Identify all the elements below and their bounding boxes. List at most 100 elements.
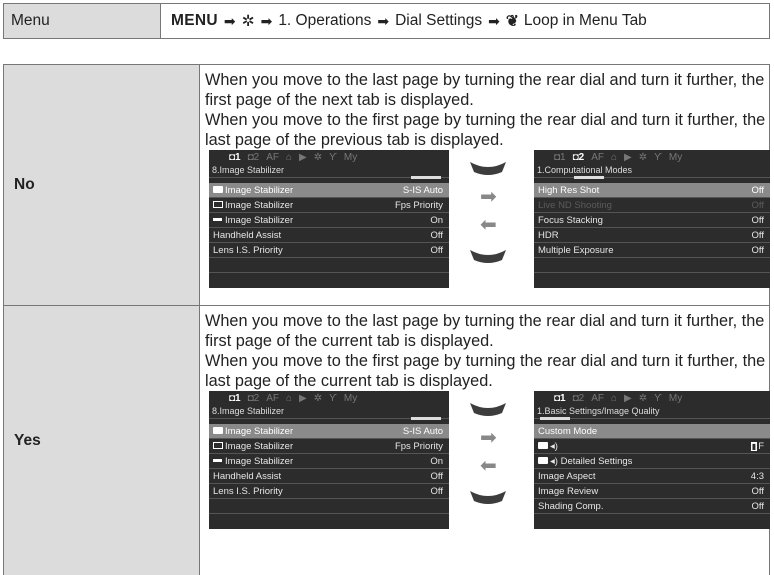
tab-af: AF — [591, 152, 604, 163]
arrow-right-icon: ➡ — [480, 427, 497, 449]
camera-menu-screen: ◘1 ◘2 AF ⌂ ▶ ✲ ϒ My 8.Image Stabilizer I… — [209, 150, 449, 288]
playback-tab-icon: ▶ — [299, 152, 307, 163]
arrow-icon: ➡ — [260, 12, 273, 29]
menu-path-table: Menu MENU ➡ ✲ ➡ 1. Operations ➡ Dial Set… — [3, 3, 770, 39]
description-paragraph: When you move to the last page by turnin… — [205, 312, 765, 350]
shooting-tab-1-icon: ◘1 — [554, 152, 566, 163]
menu-item: High Res Shot Off — [534, 183, 770, 198]
screenshots-no: ◘1 ◘2 AF ⌂ ▶ ✲ ϒ My 8.Image Stabilizer I… — [205, 150, 770, 290]
menu-item-empty — [534, 258, 770, 273]
camera-icon — [538, 456, 548, 464]
line-icon — [213, 458, 222, 462]
video-tab-icon: ⌂ — [286, 152, 293, 163]
menu-tabs: ◘1 ◘2 AF ⌂ ▶ ✲ ϒ My — [534, 391, 770, 404]
menu-item: Image Stabilizer S-IS Auto — [209, 424, 449, 439]
menu-item: Image Stabilizer On — [209, 213, 449, 228]
shooting-tab-2-icon: ◘2 — [572, 393, 585, 404]
tab-af: AF — [591, 393, 604, 404]
menu-path-step-loop: Loop in Menu Tab — [523, 12, 647, 29]
menu-item: Multiple Exposure Off — [534, 243, 770, 258]
tab-my: My — [668, 393, 683, 404]
shooting-tab-2-icon: ◘2 — [247, 152, 260, 163]
description-paragraph: When you move to the last page by turnin… — [205, 71, 765, 109]
menu-path-step-operations: 1. Operations — [278, 12, 372, 29]
rear-dial-icon — [470, 162, 506, 175]
camera-menu-screen: ◘1 ◘2 AF ⌂ ▶ ✲ ϒ My 8.Image Stabilizer I… — [209, 391, 449, 529]
menu-item: Live ND Shooting Off — [534, 198, 770, 213]
screen-title: 1.Basic Settings/Image Quality — [534, 404, 770, 420]
video-tab-icon: ⌂ — [611, 152, 618, 163]
arrow-icon: ➡ — [223, 12, 236, 29]
sound-icon: ◂) — [550, 456, 558, 467]
dial-icon: ❦ — [505, 12, 519, 30]
menu-item: Image Aspect 4:3 — [534, 469, 770, 484]
option-description-no: When you move to the last page by turnin… — [200, 65, 770, 305]
menu-tabs: ◘1 ◘2 AF ⌂ ▶ ✲ ϒ My — [534, 150, 770, 163]
shooting-tab-2-icon: ◘2 — [572, 152, 585, 163]
menu-item: Image Review Off — [534, 484, 770, 499]
camera-icon — [213, 426, 223, 434]
menu-item: Shading Comp. Off — [534, 499, 770, 514]
monitor-icon — [213, 441, 223, 449]
screen-title: 1.Computational Modes — [534, 163, 770, 179]
menu-item: Image Stabilizer On — [209, 454, 449, 469]
menu-label: Menu — [4, 4, 161, 38]
camera-icon — [538, 441, 548, 449]
screenshots-yes: ◘1 ◘2 AF ⌂ ▶ ✲ ϒ My 8.Image Stabilizer I… — [205, 391, 770, 531]
menu-item: Handheld Assist Off — [209, 469, 449, 484]
screen-title: 8.Image Stabilizer — [209, 404, 449, 420]
menu-item: Custom Mode — [534, 424, 770, 439]
menu-item: Lens I.S. Priority Off — [209, 243, 449, 258]
tab-af: AF — [266, 152, 279, 163]
gear-tab-icon: ✲ — [313, 393, 323, 404]
menu-tabs: ◘1 ◘2 AF ⌂ ▶ ✲ ϒ My — [209, 391, 449, 404]
navigation-indicator: ➡ ⬅ — [463, 150, 513, 290]
menu-tabs: ◘1 ◘2 AF ⌂ ▶ ✲ ϒ My — [209, 150, 449, 163]
option-row-yes: Yes When you move to the last page by tu… — [4, 306, 770, 575]
screen-title: 8.Image Stabilizer — [209, 163, 449, 179]
description-paragraph: When you move to the first page by turni… — [205, 111, 766, 149]
camera-icon — [213, 185, 223, 193]
options-table: No When you move to the last page by tur… — [3, 64, 770, 575]
shooting-tab-1-icon: ◘1 — [229, 393, 241, 404]
menu-keyword: MENU — [171, 12, 218, 29]
option-label-no: No — [4, 65, 200, 305]
gear-tab-icon: ✲ — [313, 152, 323, 163]
wrench-tab-icon: ϒ — [329, 393, 337, 404]
monitor-icon — [213, 200, 223, 208]
gear-tab-icon: ✲ — [638, 152, 648, 163]
custom-mode-icon: ▮ — [750, 442, 758, 451]
video-tab-icon: ⌂ — [611, 393, 618, 404]
menu-item: ◂) Detailed Settings — [534, 454, 770, 469]
menu-path-step-dial-settings: Dial Settings — [395, 12, 483, 29]
shooting-tab-1-icon: ◘1 — [229, 152, 241, 163]
wrench-tab-icon: ϒ — [654, 152, 662, 163]
option-label-yes: Yes — [4, 306, 200, 575]
video-tab-icon: ⌂ — [286, 393, 293, 404]
option-row-no: No When you move to the last page by tur… — [4, 65, 770, 306]
arrow-left-icon: ⬅ — [480, 214, 497, 236]
shooting-tab-1-icon: ◘1 — [554, 393, 566, 404]
description-paragraph: When you move to the first page by turni… — [205, 352, 766, 390]
playback-tab-icon: ▶ — [624, 393, 632, 404]
playback-tab-icon: ▶ — [299, 393, 307, 404]
menu-item-empty — [209, 258, 449, 273]
shooting-tab-2-icon: ◘2 — [247, 393, 260, 404]
sound-icon: ◂) — [550, 441, 558, 452]
menu-item: Image Stabilizer Fps Priority — [209, 439, 449, 454]
option-description-yes: When you move to the last page by turnin… — [200, 306, 770, 575]
tab-af: AF — [266, 393, 279, 404]
playback-tab-icon: ▶ — [624, 152, 632, 163]
menu-item: HDR Off — [534, 228, 770, 243]
gear-tab-icon: ✲ — [638, 393, 648, 404]
menu-item: Focus Stacking Off — [534, 213, 770, 228]
menu-item: ◂) ▮ F — [534, 439, 770, 454]
camera-menu-screen: ◘1 ◘2 AF ⌂ ▶ ✲ ϒ My 1.Basic Settings/Ima… — [534, 391, 770, 529]
wrench-tab-icon: ϒ — [329, 152, 337, 163]
rear-dial-icon — [470, 491, 506, 504]
arrow-right-icon: ➡ — [480, 186, 497, 208]
menu-item-empty — [209, 499, 449, 514]
camera-menu-screen: ◘1 ◘2 AF ⌂ ▶ ✲ ϒ My 1.Computational Mode… — [534, 150, 770, 288]
line-icon — [213, 217, 222, 221]
menu-item: Lens I.S. Priority Off — [209, 484, 449, 499]
